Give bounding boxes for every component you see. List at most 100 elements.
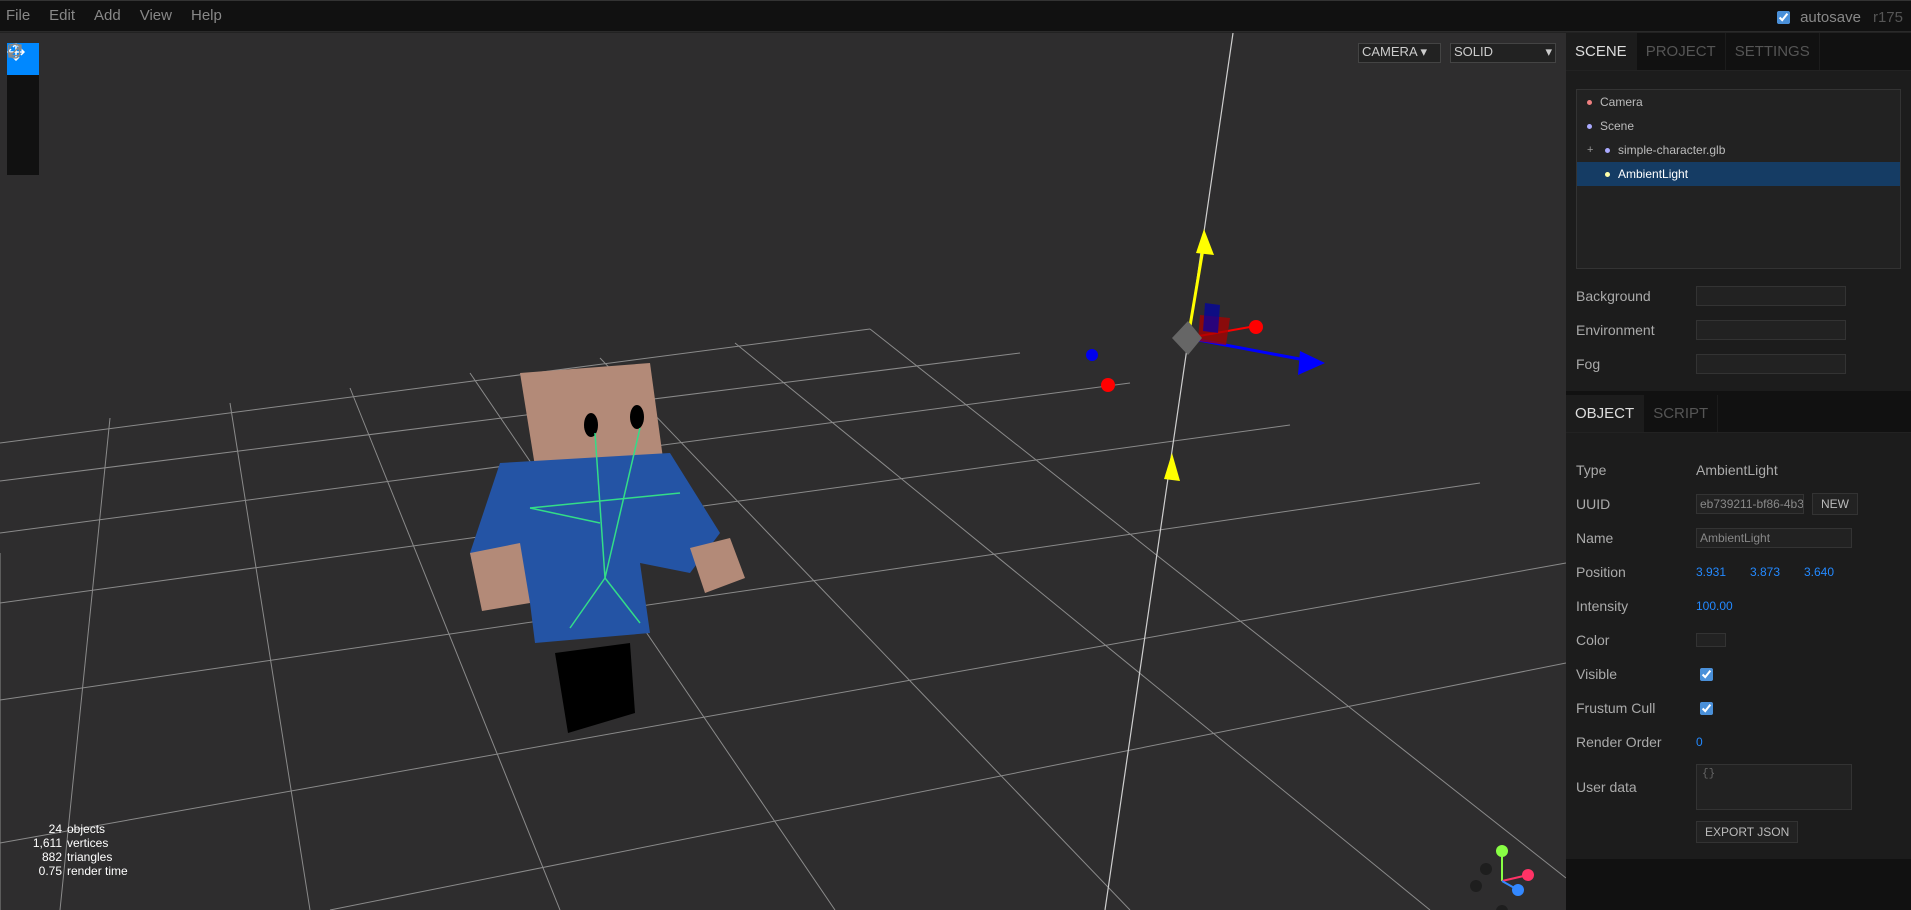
outliner-item-character[interactable]: + simple-character.glb: [1577, 138, 1900, 162]
shading-select[interactable]: SOLID ▾: [1450, 43, 1556, 63]
name-row: Name AmbientLight: [1576, 521, 1901, 555]
frustum-cull-checkbox[interactable]: [1700, 701, 1713, 715]
info-value: 24: [48, 822, 62, 836]
position-y-input[interactable]: 3.873: [1750, 565, 1780, 579]
object-dot-icon: [1587, 123, 1592, 129]
menu-file[interactable]: File: [0, 0, 43, 32]
render-order-input[interactable]: 0: [1696, 735, 1726, 749]
shading-select-value: SOLID: [1454, 44, 1494, 59]
info-triangles: 882 triangles: [32, 850, 128, 864]
character-model[interactable]: [470, 363, 745, 733]
tab-project[interactable]: PROJECT: [1637, 33, 1726, 70]
info-value: 1,611: [32, 836, 62, 850]
object-panel: Type AmbientLight UUID eb739211-bf86-4b3…: [1566, 433, 1911, 859]
uuid-input[interactable]: eb739211-bf86-4b3: [1696, 494, 1804, 514]
menu-view[interactable]: View: [134, 0, 185, 32]
tab-scene[interactable]: SCENE: [1566, 33, 1637, 70]
outliner-label: simple-character.glb: [1618, 143, 1726, 157]
info-label: render time: [67, 864, 128, 878]
autosave-area: autosave r175: [1777, 1, 1903, 33]
menu-edit[interactable]: Edit: [43, 0, 88, 32]
info-label: triangles: [67, 850, 113, 864]
expand-icon[interactable]: +: [1587, 138, 1597, 162]
transform-toolbar: [7, 43, 39, 175]
fog-row: Fog: [1576, 347, 1901, 381]
frustum-cull-label: Frustum Cull: [1576, 700, 1656, 716]
name-input[interactable]: AmbientLight: [1696, 528, 1852, 548]
info-value: 882: [41, 850, 62, 864]
scene-panel: Camera Scene + simple-character.glb Ambi…: [1566, 71, 1911, 391]
render-order-row: Render Order 0: [1576, 725, 1901, 759]
transform-gizmo[interactable]: [1086, 229, 1325, 481]
menubar: File Edit Add View Help autosave r175: [0, 0, 1911, 32]
intensity-row: Intensity 100.00: [1576, 589, 1901, 623]
info-objects: 24 objects: [32, 822, 128, 836]
position-row: Position 3.931 3.873 3.640: [1576, 555, 1901, 589]
object-dot-icon: [1605, 147, 1610, 153]
userdata-label: User data: [1576, 779, 1637, 795]
object-dot-icon: [1605, 171, 1610, 177]
info-label: vertices: [67, 836, 109, 850]
intensity-label: Intensity: [1576, 598, 1629, 614]
outliner[interactable]: Camera Scene + simple-character.glb Ambi…: [1576, 89, 1901, 269]
local-icon[interactable]: [7, 43, 39, 175]
color-label: Color: [1576, 632, 1610, 648]
view-helper[interactable]: [1470, 845, 1534, 910]
outliner-label: Scene: [1600, 119, 1635, 133]
userdata-textarea[interactable]: {}: [1696, 764, 1852, 810]
position-z-input[interactable]: 3.640: [1804, 565, 1834, 579]
type-row: Type AmbientLight: [1576, 453, 1901, 487]
scale-icon[interactable]: [7, 44, 39, 139]
camera-select[interactable]: CAMERA ▾: [1358, 43, 1441, 63]
autosave-label: autosave: [1800, 8, 1861, 26]
export-row: EXPORT JSON: [1576, 815, 1901, 849]
uuid-label: UUID: [1576, 496, 1611, 512]
info-value: 0.75: [38, 864, 62, 878]
fog-select[interactable]: [1696, 354, 1846, 374]
visible-label: Visible: [1576, 666, 1617, 682]
outliner-label: AmbientLight: [1618, 167, 1689, 181]
type-label: Type: [1576, 462, 1607, 478]
frustum-row: Frustum Cull: [1576, 691, 1901, 725]
background-select[interactable]: [1696, 286, 1846, 306]
userdata-row: User data {}: [1576, 759, 1901, 815]
intensity-input[interactable]: 100.00: [1696, 599, 1756, 613]
color-row: Color: [1576, 623, 1901, 657]
version-label: r175: [1872, 8, 1903, 26]
outliner-item-ambientlight[interactable]: AmbientLight: [1577, 162, 1900, 186]
color-swatch[interactable]: [1696, 633, 1726, 647]
new-uuid-button[interactable]: NEW: [1812, 493, 1858, 515]
tab-script[interactable]: SCRIPT: [1644, 395, 1719, 432]
object-dot-icon: [1587, 99, 1592, 105]
uuid-row: UUID eb739211-bf86-4b3 NEW: [1576, 487, 1901, 521]
position-label: Position: [1576, 564, 1626, 580]
tab-object[interactable]: OBJECT: [1566, 395, 1645, 432]
environment-row: Environment: [1576, 313, 1901, 347]
sidebar: SCENE PROJECT SETTINGS Camera Scene + si…: [1566, 33, 1911, 910]
export-json-button[interactable]: EXPORT JSON: [1696, 821, 1799, 843]
visible-checkbox[interactable]: [1700, 667, 1713, 681]
render-info: 24 objects 1,611 vertices 882 triangles 0.7…: [32, 822, 128, 878]
outliner-item-camera[interactable]: Camera: [1577, 90, 1900, 114]
visible-row: Visible: [1576, 657, 1901, 691]
viewport[interactable]: CAMERA ▾ SOLID ▾ 24 objects 1,611 vertices…: [0, 33, 1566, 910]
outliner-item-scene[interactable]: Scene: [1577, 114, 1900, 138]
viewport-scene[interactable]: [0, 33, 1566, 910]
render-order-label: Render Order: [1576, 734, 1662, 750]
menu-add[interactable]: Add: [88, 0, 134, 32]
sidebar-tabs: SCENE PROJECT SETTINGS: [1566, 33, 1911, 71]
outliner-label: Camera: [1600, 95, 1643, 109]
tab-settings[interactable]: SETTINGS: [1726, 33, 1820, 70]
type-value: AmbientLight: [1696, 462, 1778, 478]
autosave-checkbox[interactable]: [1777, 10, 1791, 24]
info-vertices: 1,611 vertices: [32, 836, 128, 850]
object-tabs: OBJECT SCRIPT: [1566, 395, 1911, 433]
environment-label: Environment: [1576, 322, 1655, 338]
fog-label: Fog: [1576, 356, 1601, 372]
menu-help[interactable]: Help: [185, 0, 235, 32]
camera-select-value: CAMERA: [1362, 44, 1417, 59]
background-label: Background: [1576, 288, 1651, 304]
rotate-icon[interactable]: [7, 43, 39, 107]
position-x-input[interactable]: 3.931: [1696, 565, 1726, 579]
environment-select[interactable]: [1696, 320, 1846, 340]
